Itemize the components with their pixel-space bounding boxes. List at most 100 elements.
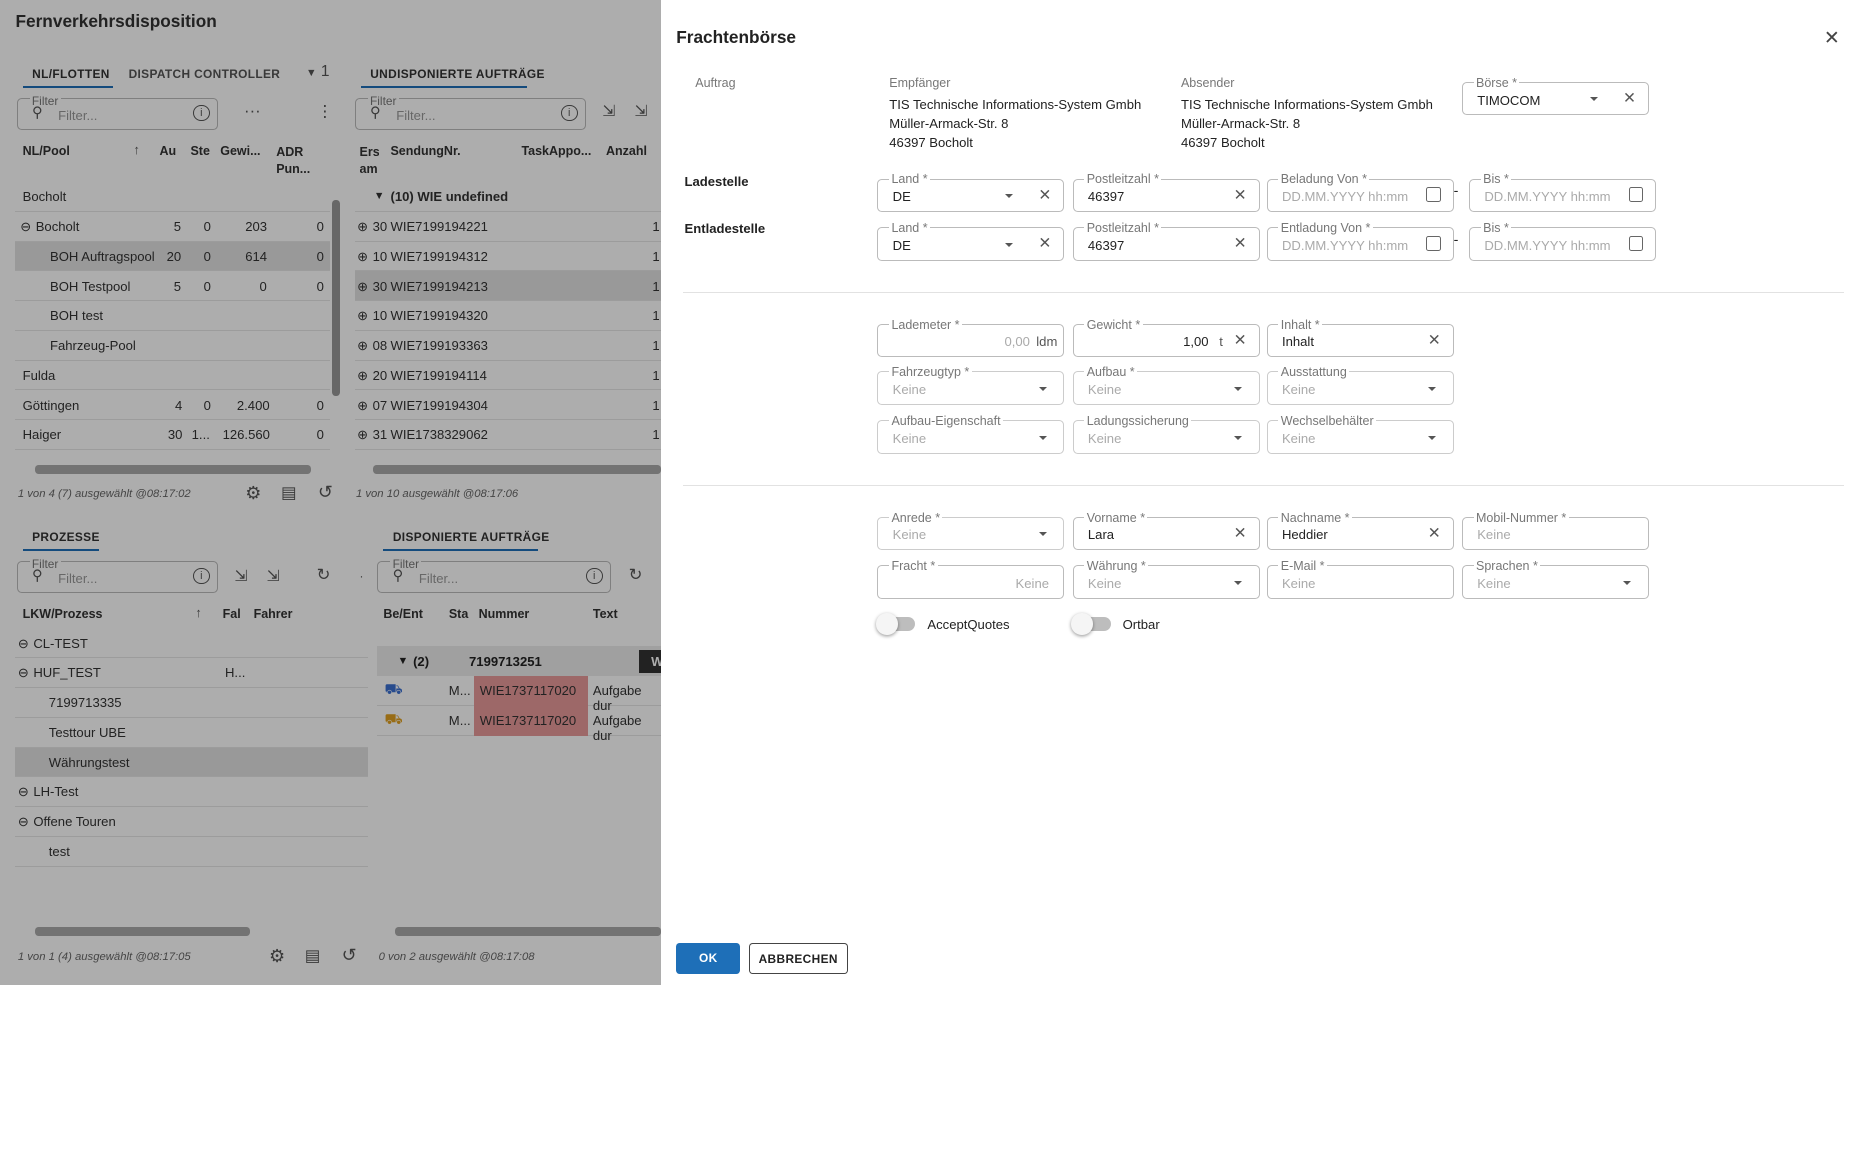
empfaenger-line: 46397 Bocholt [889,135,973,151]
range-dash: - [1453,183,1459,200]
sprachen-select[interactable]: Sprachen * Keine [1461,559,1649,599]
absender-line: 46397 Bocholt [1180,135,1265,151]
field-value: 46397 [1087,237,1125,253]
field-value: Heddier [1281,527,1328,543]
chevron-down-icon[interactable] [1427,386,1436,392]
clear-icon[interactable]: ✕ [1428,524,1441,543]
waehrung-select[interactable]: Währung * Keine [1072,559,1260,599]
lademeter-field[interactable]: Lademeter * 0,00 ldm [877,317,1065,358]
chevron-down-icon[interactable] [1038,435,1047,440]
inhalt-field[interactable]: Inhalt * Inhalt ✕ [1266,317,1454,358]
chevron-down-icon[interactable] [1427,435,1436,440]
email-field[interactable]: E-Mail * Keine [1266,559,1454,599]
clear-icon[interactable]: ✕ [1428,331,1441,350]
ladestelle-label: Ladestelle [684,173,749,189]
calendar-icon[interactable] [1628,186,1644,203]
field-label: Inhalt * [1278,317,1323,332]
chevron-down-icon[interactable] [1623,580,1632,586]
field-value: Lara [1087,527,1115,543]
lade-land-select[interactable]: Land * DE ✕ [877,172,1065,212]
field-placeholder: Keine [1087,381,1122,397]
aufbau-select[interactable]: Aufbau * Keine [1072,365,1260,405]
field-unit: t [1219,334,1223,350]
clear-icon[interactable]: ✕ [1234,331,1247,350]
field-label: Fahrzeugtyp * [889,365,972,380]
toggle-knob [876,613,898,635]
entlade-land-select[interactable]: Land * DE ✕ [877,221,1065,261]
clear-icon[interactable]: ✕ [1234,524,1247,543]
field-placeholder: Keine [892,430,927,446]
empfaenger-line: TIS Technische Informations-System Gmbh [889,97,1142,113]
field-value: 1,00 [1183,334,1209,350]
entlade-plz-field[interactable]: Postleitzahl * 46397 ✕ [1072,221,1260,261]
calendar-icon[interactable] [1426,235,1441,251]
clear-icon[interactable]: ✕ [1234,186,1247,205]
chevron-down-icon[interactable] [1038,386,1047,392]
entladung-bis-field[interactable]: Bis * DD.MM.YYYY hh:mm [1469,221,1656,261]
field-label: Wechselbehälter [1278,414,1377,429]
field-value: Inhalt [1281,334,1314,350]
chevron-down-icon[interactable] [1038,531,1047,537]
anrede-select[interactable]: Anrede * Keine [877,510,1065,550]
chevron-down-icon[interactable] [1233,435,1242,440]
calendar-icon[interactable] [1628,235,1644,251]
lade-plz-field[interactable]: Postleitzahl * 46397 ✕ [1072,172,1260,212]
field-label: Sprachen * [1473,559,1541,574]
absender-line: Müller-Armack-Str. 8 [1180,116,1301,132]
field-label: Ladungssicherung [1084,414,1192,429]
nachname-field[interactable]: Nachname * Heddier ✕ [1266,510,1454,550]
field-label: Vorname * [1084,510,1148,525]
field-placeholder: Keine [1087,430,1122,446]
wechselbehaelter-select[interactable]: Wechselbehälter Keine [1266,414,1454,454]
auftrag-label: Auftrag [695,76,736,91]
field-placeholder: Keine [1015,576,1049,591]
field-value: DE [892,189,911,205]
chevron-down-icon[interactable] [1005,193,1014,199]
field-label: Mobil-Nummer * [1473,510,1569,525]
absender-label: Absender [1180,76,1235,91]
accept-quotes-toggle[interactable] [876,613,916,635]
chevron-down-icon[interactable] [1589,97,1598,102]
divider [683,484,1845,486]
mobil-nummer-field[interactable]: Mobil-Nummer * Keine [1461,510,1649,550]
clear-icon[interactable]: ✕ [1038,186,1051,205]
chevron-down-icon[interactable] [1005,242,1014,248]
chevron-down-icon[interactable] [1233,580,1242,586]
empfaenger-label: Empfänger [889,76,951,91]
field-placeholder: Keine [1087,576,1122,591]
beladung-von-field[interactable]: Beladung Von * DD.MM.YYYY hh:mm [1266,172,1454,212]
field-placeholder: Keine [1477,527,1511,543]
field-placeholder: DD.MM.YYYY hh:mm [1484,189,1611,205]
modal-backdrop[interactable] [0,0,661,985]
field-label: Beladung Von * [1278,172,1370,187]
vorname-field[interactable]: Vorname * Lara ✕ [1072,510,1260,550]
fahrzeugtyp-select[interactable]: Fahrzeugtyp * Keine [877,365,1065,405]
close-icon[interactable]: ✕ [1824,27,1840,50]
divider [683,291,1845,293]
calendar-icon[interactable] [1426,186,1441,203]
clear-icon[interactable]: ✕ [1038,234,1051,253]
field-label: Gewicht * [1084,317,1143,332]
field-label: Ausstattung [1278,365,1350,380]
field-label: Land * [889,172,930,187]
boerse-select[interactable]: Börse * TIMOCOM ✕ [1461,76,1649,116]
fracht-field[interactable]: Fracht * Keine [877,559,1065,599]
aufbau-eigenschaft-select[interactable]: Aufbau-Eigenschaft Keine [877,414,1065,454]
field-label: Anrede * [889,510,943,525]
ausstattung-select[interactable]: Ausstattung Keine [1266,365,1454,405]
field-label: Aufbau-Eigenschaft [889,414,1003,429]
ok-button[interactable]: OK [676,942,741,974]
ortbar-toggle[interactable] [1071,613,1111,635]
clear-icon[interactable]: ✕ [1234,234,1247,253]
frachtenboerse-dialog: Frachtenbörse ✕ Auftrag Empfänger TIS Te… [660,0,1856,985]
absender-address: TIS Technische Informations-System Gmbh … [1181,95,1433,152]
gewicht-field[interactable]: Gewicht * 1,00 t ✕ [1072,317,1260,358]
field-placeholder: Keine [1477,576,1511,591]
ladungssicherung-select[interactable]: Ladungssicherung Keine [1072,414,1260,454]
clear-icon[interactable]: ✕ [1623,89,1636,108]
cancel-button[interactable]: ABBRECHEN [748,942,848,974]
field-label: Postleitzahl * [1084,172,1162,187]
entladung-von-field[interactable]: Entladung Von * DD.MM.YYYY hh:mm [1266,221,1454,261]
beladung-bis-field[interactable]: Bis * DD.MM.YYYY hh:mm [1469,172,1656,212]
chevron-down-icon[interactable] [1233,386,1242,392]
